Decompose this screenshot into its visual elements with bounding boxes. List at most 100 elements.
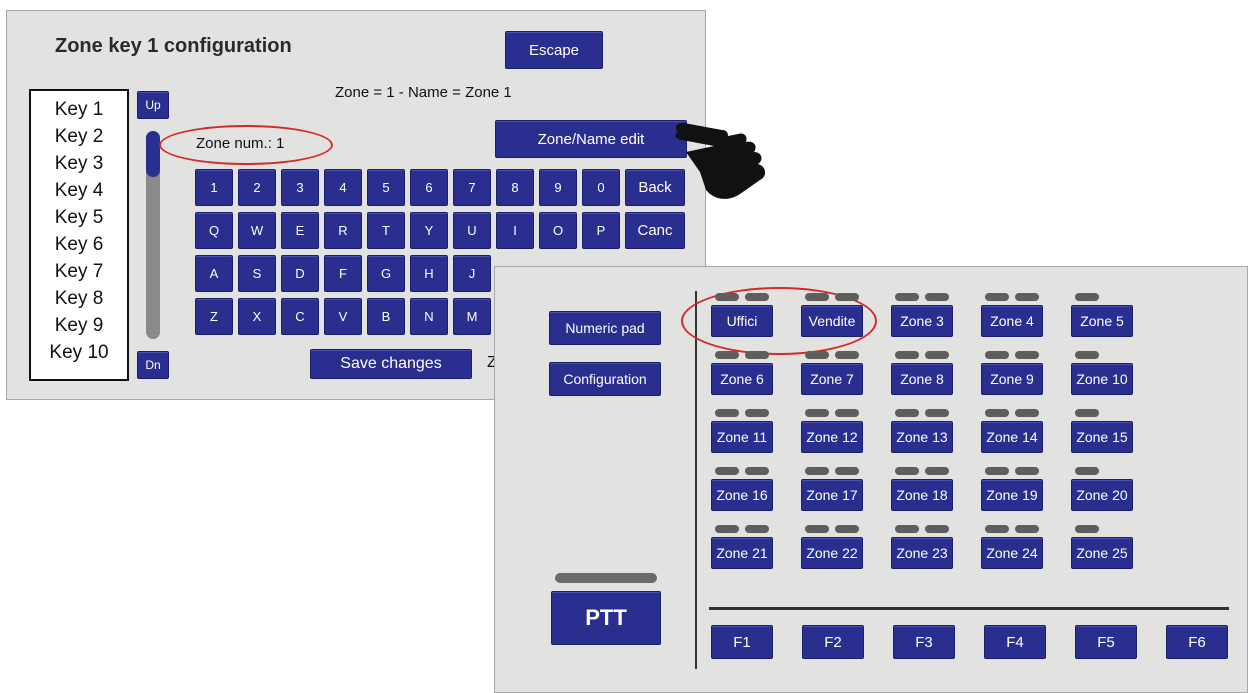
function-key-f4-label: F4 [1006, 633, 1024, 651]
zone-button[interactable]: Zone 16 [711, 479, 773, 511]
key-list-item[interactable]: Key 5 [31, 207, 127, 229]
key-list-item[interactable]: Key 1 [31, 99, 127, 121]
zone-button[interactable]: Zone 23 [891, 537, 953, 569]
function-key-f3[interactable]: F3 [893, 625, 955, 659]
zone-led-indicator [835, 293, 859, 301]
zone-button[interactable]: Vendite [801, 305, 863, 337]
zone-button[interactable]: Zone 10 [1071, 363, 1133, 395]
key-7-label: 7 [468, 180, 476, 195]
zone-button[interactable]: Zone 13 [891, 421, 953, 453]
key-u-label: U [467, 223, 477, 238]
key-r[interactable]: R [324, 212, 362, 249]
scroll-down-button[interactable]: Dn [137, 351, 169, 379]
key-h[interactable]: H [410, 255, 448, 292]
zone-button[interactable]: Zone 25 [1071, 537, 1133, 569]
function-key-f6[interactable]: F6 [1166, 625, 1228, 659]
scroll-up-button[interactable]: Up [137, 91, 169, 119]
key-o[interactable]: O [539, 212, 577, 249]
zone-led-indicator [805, 467, 829, 475]
zone-button[interactable]: Zone 8 [891, 363, 953, 395]
key-p[interactable]: P [582, 212, 620, 249]
zone-button[interactable]: Zone 9 [981, 363, 1043, 395]
key-a[interactable]: A [195, 255, 233, 292]
key-9-label: 9 [554, 180, 562, 195]
zone-led-indicator [1075, 293, 1099, 301]
key-list-item[interactable]: Key 4 [31, 180, 127, 202]
save-changes-button[interactable]: Save changes [310, 349, 472, 379]
zone-button[interactable]: Zone 7 [801, 363, 863, 395]
key-v[interactable]: V [324, 298, 362, 335]
key-t[interactable]: T [367, 212, 405, 249]
zone-button[interactable]: Zone 14 [981, 421, 1043, 453]
key-m[interactable]: M [453, 298, 491, 335]
zone-button[interactable]: Zone 24 [981, 537, 1043, 569]
function-key-f1[interactable]: F1 [711, 625, 773, 659]
zone-led-indicator [925, 351, 949, 359]
key-2[interactable]: 2 [238, 169, 276, 206]
zone-led-indicator [835, 409, 859, 417]
escape-button[interactable]: Escape [505, 31, 603, 69]
zone-button[interactable]: Zone 11 [711, 421, 773, 453]
zone-button[interactable]: Zone 19 [981, 479, 1043, 511]
key-list-item[interactable]: Key 7 [31, 261, 127, 283]
key-b[interactable]: B [367, 298, 405, 335]
key-8[interactable]: 8 [496, 169, 534, 206]
key-u[interactable]: U [453, 212, 491, 249]
zone-led-indicator [985, 467, 1009, 475]
numeric-pad-button[interactable]: Numeric pad [549, 311, 661, 345]
zone-name-edit-button[interactable]: Zone/Name edit [495, 120, 687, 158]
ptt-button[interactable]: PTT [551, 591, 661, 645]
key-n[interactable]: N [410, 298, 448, 335]
key-g[interactable]: G [367, 255, 405, 292]
key-s[interactable]: S [238, 255, 276, 292]
zone-button[interactable]: Zone 21 [711, 537, 773, 569]
key-x[interactable]: X [238, 298, 276, 335]
zone-button[interactable]: Zone 6 [711, 363, 773, 395]
scrollbar-thumb[interactable] [146, 131, 160, 177]
function-key-f2[interactable]: F2 [802, 625, 864, 659]
key-6[interactable]: 6 [410, 169, 448, 206]
key-3[interactable]: 3 [281, 169, 319, 206]
key-y[interactable]: Y [410, 212, 448, 249]
zone-led-indicator [805, 409, 829, 417]
key-1[interactable]: 1 [195, 169, 233, 206]
key-list-item[interactable]: Key 10 [31, 342, 127, 364]
key-q[interactable]: Q [195, 212, 233, 249]
zone-button[interactable]: Zone 18 [891, 479, 953, 511]
zone-led-indicator [1015, 467, 1039, 475]
key-z[interactable]: Z [195, 298, 233, 335]
key-d-label: D [295, 266, 305, 281]
key-7[interactable]: 7 [453, 169, 491, 206]
key-list-item[interactable]: Key 8 [31, 288, 127, 310]
key-c[interactable]: C [281, 298, 319, 335]
key-list-item[interactable]: Key 6 [31, 234, 127, 256]
configuration-button[interactable]: Configuration [549, 362, 661, 396]
key-e[interactable]: E [281, 212, 319, 249]
key-i[interactable]: I [496, 212, 534, 249]
key-canc[interactable]: Canc [625, 212, 685, 249]
zone-button[interactable]: Zone 5 [1071, 305, 1133, 337]
zone-button[interactable]: Zone 15 [1071, 421, 1133, 453]
key-5[interactable]: 5 [367, 169, 405, 206]
zone-button[interactable]: Zone 17 [801, 479, 863, 511]
zone-button[interactable]: Zone 4 [981, 305, 1043, 337]
key-j[interactable]: J [453, 255, 491, 292]
key-list-item[interactable]: Key 9 [31, 315, 127, 337]
key-4[interactable]: 4 [324, 169, 362, 206]
key-0[interactable]: 0 [582, 169, 620, 206]
key-list-item[interactable]: Key 2 [31, 126, 127, 148]
key-f[interactable]: F [324, 255, 362, 292]
key-2-label: 2 [253, 180, 261, 195]
function-key-f5[interactable]: F5 [1075, 625, 1137, 659]
zone-button[interactable]: Zone 22 [801, 537, 863, 569]
key-w[interactable]: W [238, 212, 276, 249]
zone-button[interactable]: Uffici [711, 305, 773, 337]
zone-button[interactable]: Zone 3 [891, 305, 953, 337]
function-key-f4[interactable]: F4 [984, 625, 1046, 659]
key-d[interactable]: D [281, 255, 319, 292]
zone-button[interactable]: Zone 12 [801, 421, 863, 453]
key-list-item[interactable]: Key 3 [31, 153, 127, 175]
zone-button[interactable]: Zone 20 [1071, 479, 1133, 511]
key-9[interactable]: 9 [539, 169, 577, 206]
zone-button-label: Zone 5 [1080, 313, 1124, 329]
